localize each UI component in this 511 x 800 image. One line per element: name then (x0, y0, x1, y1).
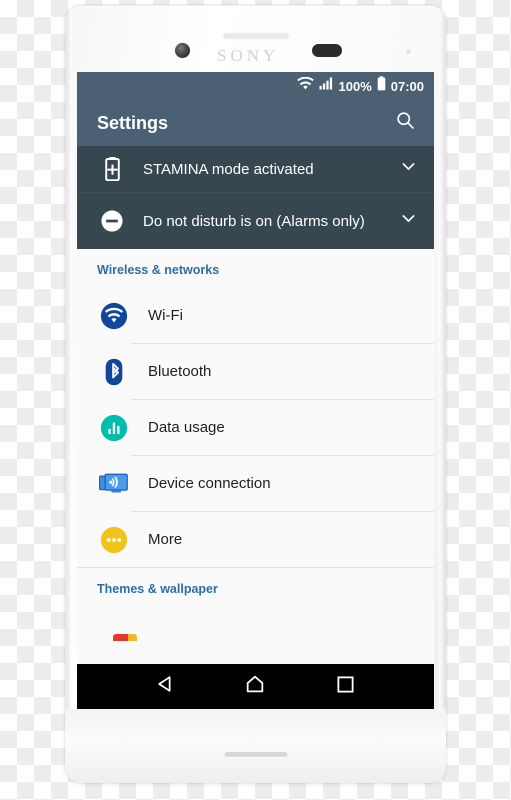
list-item-wifi[interactable]: Wi-Fi (77, 288, 434, 344)
status-bar: 100% 07:00 (77, 72, 434, 100)
list-item-row: Data usage (131, 400, 434, 456)
cellular-signal-icon (319, 77, 334, 95)
front-camera (175, 43, 190, 58)
bottom-speaker (224, 752, 287, 757)
notification-label: STAMINA mode activated (143, 160, 314, 178)
nav-back-button[interactable] (146, 667, 186, 707)
do-not-disturb-icon (97, 209, 127, 233)
list-item-label: More (148, 531, 183, 548)
section-header-themes: Themes & wallpaper (97, 582, 218, 596)
battery-percent-label: 100% (338, 78, 372, 94)
notification-do-not-disturb[interactable]: Do not disturb is on (Alarms only) (77, 192, 434, 249)
earpiece-speaker (222, 33, 289, 39)
clock-label: 07:00 (390, 78, 424, 94)
list-item-bluetooth[interactable]: Bluetooth (77, 344, 434, 400)
android-navigation-bar (77, 664, 434, 709)
section-header-wireless: Wireless & networks (97, 263, 220, 277)
battery-stamina-icon (97, 157, 127, 181)
wifi-icon (296, 76, 314, 95)
notification-expand-button[interactable] (396, 210, 420, 232)
chevron-down-icon (400, 158, 417, 180)
device-connection-icon (97, 471, 131, 497)
battery-full-icon (377, 76, 386, 96)
settings-list: Wireless & networks Wi-Fi Bluetooth Data… (77, 249, 434, 641)
list-tail-clipped-region (77, 607, 434, 641)
clipped-theme-item-icon (113, 634, 137, 641)
search-button[interactable] (392, 110, 418, 136)
list-item-row: Bluetooth (131, 344, 434, 400)
wifi-icon (97, 302, 131, 330)
phone-screen: 100% 07:00 Settings STAMINA mode activat… (77, 72, 434, 709)
list-item-row: Device connection (131, 456, 434, 512)
data-usage-icon (97, 414, 131, 442)
notification-stack: STAMINA mode activated Do not disturb is… (77, 146, 434, 249)
notification-label: Do not disturb is on (Alarms only) (143, 212, 365, 230)
nav-recents-button[interactable] (325, 667, 365, 707)
list-item-label: Data usage (148, 419, 225, 436)
sony-brand-logo: SONY (217, 46, 280, 65)
search-icon (395, 110, 416, 136)
notification-expand-button[interactable] (396, 158, 420, 180)
list-item-label: Device connection (148, 475, 271, 492)
top-bezel: SONY (65, 5, 446, 72)
back-triangle-icon (156, 674, 176, 699)
notification-stamina-mode[interactable]: STAMINA mode activated (77, 146, 434, 192)
nav-home-button[interactable] (235, 667, 275, 707)
sony-phone-device: SONY 100% 07:00 Settings STAMINA mode ac… (65, 5, 446, 783)
bezel-right (439, 9, 445, 779)
list-item-row: More (131, 512, 434, 567)
list-item-data-usage[interactable]: Data usage (77, 400, 434, 456)
list-item-label: Bluetooth (148, 363, 212, 380)
list-item-label: Wi-Fi (148, 307, 183, 324)
notification-led (406, 49, 411, 54)
more-icon (97, 526, 131, 554)
bezel-left (66, 9, 72, 779)
recents-square-icon (336, 675, 355, 699)
page-title: Settings (97, 112, 169, 133)
bluetooth-icon (97, 358, 131, 386)
home-icon (244, 673, 266, 700)
bottom-bezel (65, 709, 446, 783)
list-item-device-connection[interactable]: Device connection (77, 456, 434, 512)
list-item-row: Wi-Fi (131, 288, 434, 344)
app-bar: Settings (77, 100, 434, 146)
proximity-sensor (312, 44, 342, 57)
chevron-down-icon (400, 210, 417, 232)
list-item-more[interactable]: More (77, 512, 434, 567)
